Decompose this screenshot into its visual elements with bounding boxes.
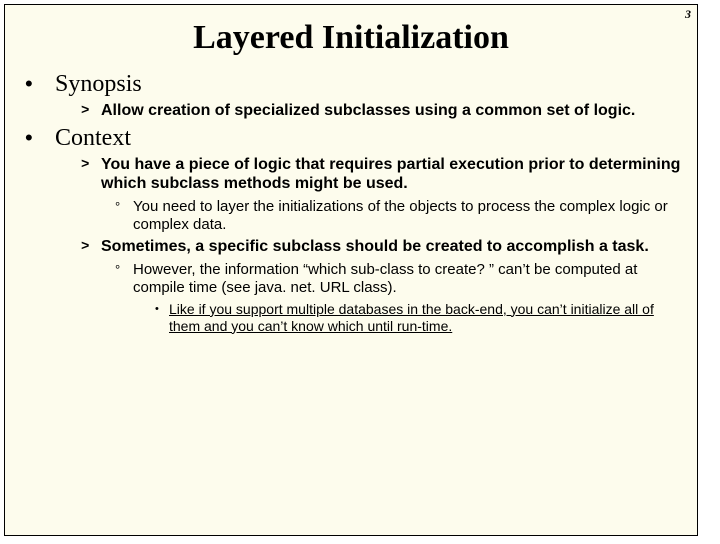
- list-item: > You have a piece of logic that require…: [81, 156, 683, 194]
- list-item: • Like if you support multiple databases…: [155, 301, 683, 335]
- item-text: You have a piece of logic that requires …: [101, 156, 683, 194]
- page-number: 3: [685, 7, 691, 22]
- item-text: Sometimes, a specific subclass should be…: [101, 238, 649, 257]
- section-heading: • Synopsis: [25, 71, 683, 98]
- slide-title: Layered Initialization: [19, 19, 683, 57]
- item-text: You need to layer the initializations of…: [133, 198, 683, 234]
- chevron-right-icon: >: [81, 238, 101, 257]
- list-item: > Allow creation of specialized subclass…: [81, 102, 683, 121]
- list-item: ° You need to layer the initializations …: [115, 198, 683, 234]
- list-item: ° However, the information “which sub-cl…: [115, 261, 683, 297]
- bullet-disc-icon: •: [25, 125, 55, 152]
- bullet-disc-icon: •: [25, 71, 55, 98]
- heading-text: Synopsis: [55, 71, 142, 98]
- degree-bullet-icon: °: [115, 198, 133, 234]
- chevron-right-icon: >: [81, 102, 101, 121]
- bullet-disc-icon: •: [155, 301, 169, 335]
- slide-body: 3 Layered Initialization • Synopsis > Al…: [4, 4, 698, 536]
- section-heading: • Context: [25, 125, 683, 152]
- degree-bullet-icon: °: [115, 261, 133, 297]
- chevron-right-icon: >: [81, 156, 101, 194]
- heading-text: Context: [55, 125, 131, 152]
- item-text: Allow creation of specialized subclasses…: [101, 102, 635, 121]
- item-text: Like if you support multiple databases i…: [169, 301, 683, 335]
- item-text: However, the information “which sub-clas…: [133, 261, 683, 297]
- list-item: > Sometimes, a specific subclass should …: [81, 238, 683, 257]
